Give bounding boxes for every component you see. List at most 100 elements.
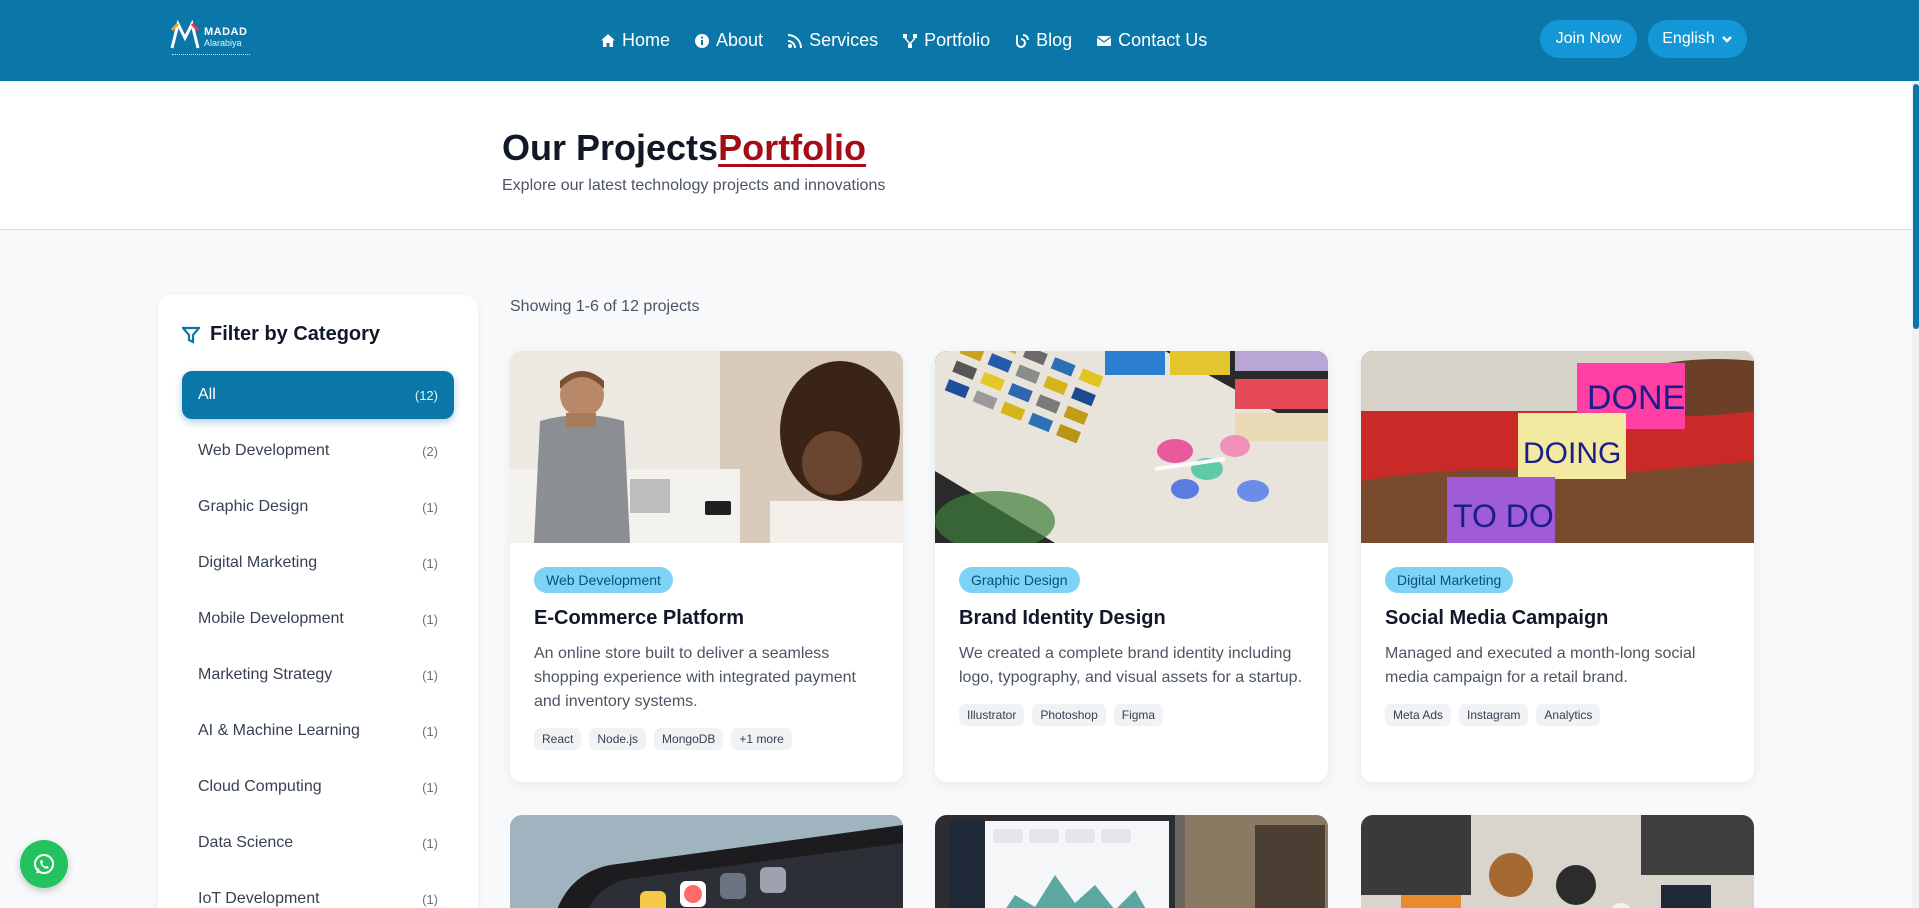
language-dropdown[interactable]: English [1648,20,1747,58]
category-digital-marketing[interactable]: Digital Marketing (1) [182,539,454,587]
color-swatch-photo [935,351,1328,543]
nav-portfolio[interactable]: Portfolio [902,30,990,51]
category-count: (1) [422,891,438,907]
tech-tag: Instagram [1459,704,1529,726]
dashboard-laptop-photo [935,815,1328,908]
project-description: We created a complete brand identity inc… [959,645,1303,686]
category-iot-development[interactable]: IoT Development (1) [182,875,454,908]
category-count: (1) [422,667,438,683]
category-badge: Graphic Design [959,567,1080,593]
tech-tags: React Node.js MongoDB +1 more [534,728,879,750]
logo-mark-icon [170,19,200,49]
filter-title-label: Filter by Category [210,323,381,345]
filter-icon [182,326,200,344]
blog-icon [1016,33,1030,48]
category-count: (2) [422,443,438,459]
category-count: (1) [422,723,438,739]
brand-arabic-line [172,54,250,57]
category-marketing-strategy[interactable]: Marketing Strategy (1) [182,651,454,699]
brand-subtitle: Alarabiya [204,38,242,48]
project-card-analytics[interactable] [935,815,1328,908]
project-title[interactable]: E-Commerce Platform [534,607,879,630]
category-badge: Web Development [534,567,673,593]
page-header: Our ProjectsPortfolio Explore our latest… [0,81,1912,230]
sticky-note-doing: DOING [1523,437,1621,470]
project-card-mobile[interactable] [510,815,903,908]
project-card-brand-identity[interactable]: Graphic Design Brand Identity Design We … [935,351,1328,782]
tech-tag: Analytics [1536,704,1601,726]
category-data-science[interactable]: Data Science (1) [182,819,454,867]
category-list: All (12) Web Development (2) Graphic Desig… [182,371,454,908]
sticky-note-done: DONE [1587,379,1685,417]
page-subtitle: Explore our latest technology projects a… [502,177,886,194]
tech-tag: React [534,728,582,750]
category-count: (1) [422,555,438,571]
category-count: (1) [422,611,438,627]
project-title[interactable]: Social Media Campaign [1385,607,1730,630]
nav-services[interactable]: Services [787,30,878,51]
tech-tag-more[interactable]: +1 more [731,728,792,750]
whatsapp-button[interactable] [20,840,68,888]
page-title: Our ProjectsPortfolio [502,127,866,169]
category-label: Web Development [198,442,330,459]
nav-contact[interactable]: Contact Us [1096,30,1207,51]
category-count: (1) [422,779,438,795]
envelope-icon [1096,35,1112,46]
sticky-notes-photo: DONE DOING TO DO [1361,351,1754,543]
network-icon [903,33,918,48]
category-label: AI & Machine Learning [198,722,360,739]
rss-icon [788,33,803,48]
whatsapp-icon [34,854,54,874]
nav-portfolio-label: Portfolio [924,30,991,50]
chevron-down-icon [1721,36,1732,43]
category-label: Mobile Development [198,610,344,627]
category-web-development[interactable]: Web Development (2) [182,427,454,475]
category-filter-sidebar: Filter by Category All (12) Web Developme… [158,295,478,908]
tech-tag: Node.js [589,728,647,750]
project-image: DONE DOING TO DO [1361,351,1754,543]
tech-tag: Photoshop [1032,704,1106,726]
project-card-ecommerce[interactable]: Web Development E-Commerce Platform An o… [510,351,903,782]
tech-tag: Illustrator [959,704,1025,726]
home-icon [601,33,615,47]
project-card-social-media[interactable]: DONE DOING TO DO Digital Marketing Socia… [1361,351,1754,782]
nav-home-label: Home [622,30,671,50]
scrollbar-thumb[interactable] [1913,84,1919,329]
nav-about[interactable]: About [694,30,763,51]
category-label: Graphic Design [198,498,309,515]
brand-logo[interactable]: MADAD Alarabiya [170,16,252,66]
project-description: An online store built to deliver a seaml… [534,645,856,710]
tech-tags: Illustrator Photoshop Figma [959,704,1304,726]
category-all[interactable]: All (12) [182,371,454,419]
tech-tag: Meta Ads [1385,704,1452,726]
category-ai-machine-learning[interactable]: AI & Machine Learning (1) [182,707,454,755]
nav-blog-label: Blog [1036,30,1073,50]
tech-tags: Meta Ads Instagram Analytics [1385,704,1730,726]
project-image [935,351,1328,543]
project-title[interactable]: Brand Identity Design [959,607,1304,630]
navbar: MADAD Alarabiya Home About Services Port… [0,0,1919,81]
category-count: (1) [422,835,438,851]
category-cloud-computing[interactable]: Cloud Computing (1) [182,763,454,811]
tech-tag: MongoDB [654,728,724,750]
nav-home[interactable]: Home [600,30,670,51]
project-description: Managed and executed a month-long social… [1385,645,1696,686]
category-graphic-design[interactable]: Graphic Design (1) [182,483,454,531]
category-label: Data Science [198,834,294,851]
results-count: Showing 1-6 of 12 projects [510,298,700,315]
info-icon [695,33,710,48]
filter-title: Filter by Category [182,323,380,346]
category-label: Cloud Computing [198,778,322,795]
page-title-accent: Portfolio [718,127,867,168]
team-desk-photo [1361,815,1754,908]
project-card-team[interactable] [1361,815,1754,908]
tech-tag: Figma [1113,704,1164,726]
category-label: Marketing Strategy [198,666,333,683]
category-mobile-development[interactable]: Mobile Development (1) [182,595,454,643]
nav-blog[interactable]: Blog [1014,30,1072,51]
join-now-button[interactable]: Join Now [1540,20,1637,58]
category-label: IoT Development [198,890,320,907]
sticky-note-todo: TO DO [1453,498,1554,534]
project-image [510,351,903,543]
nav-contact-label: Contact Us [1118,30,1208,50]
